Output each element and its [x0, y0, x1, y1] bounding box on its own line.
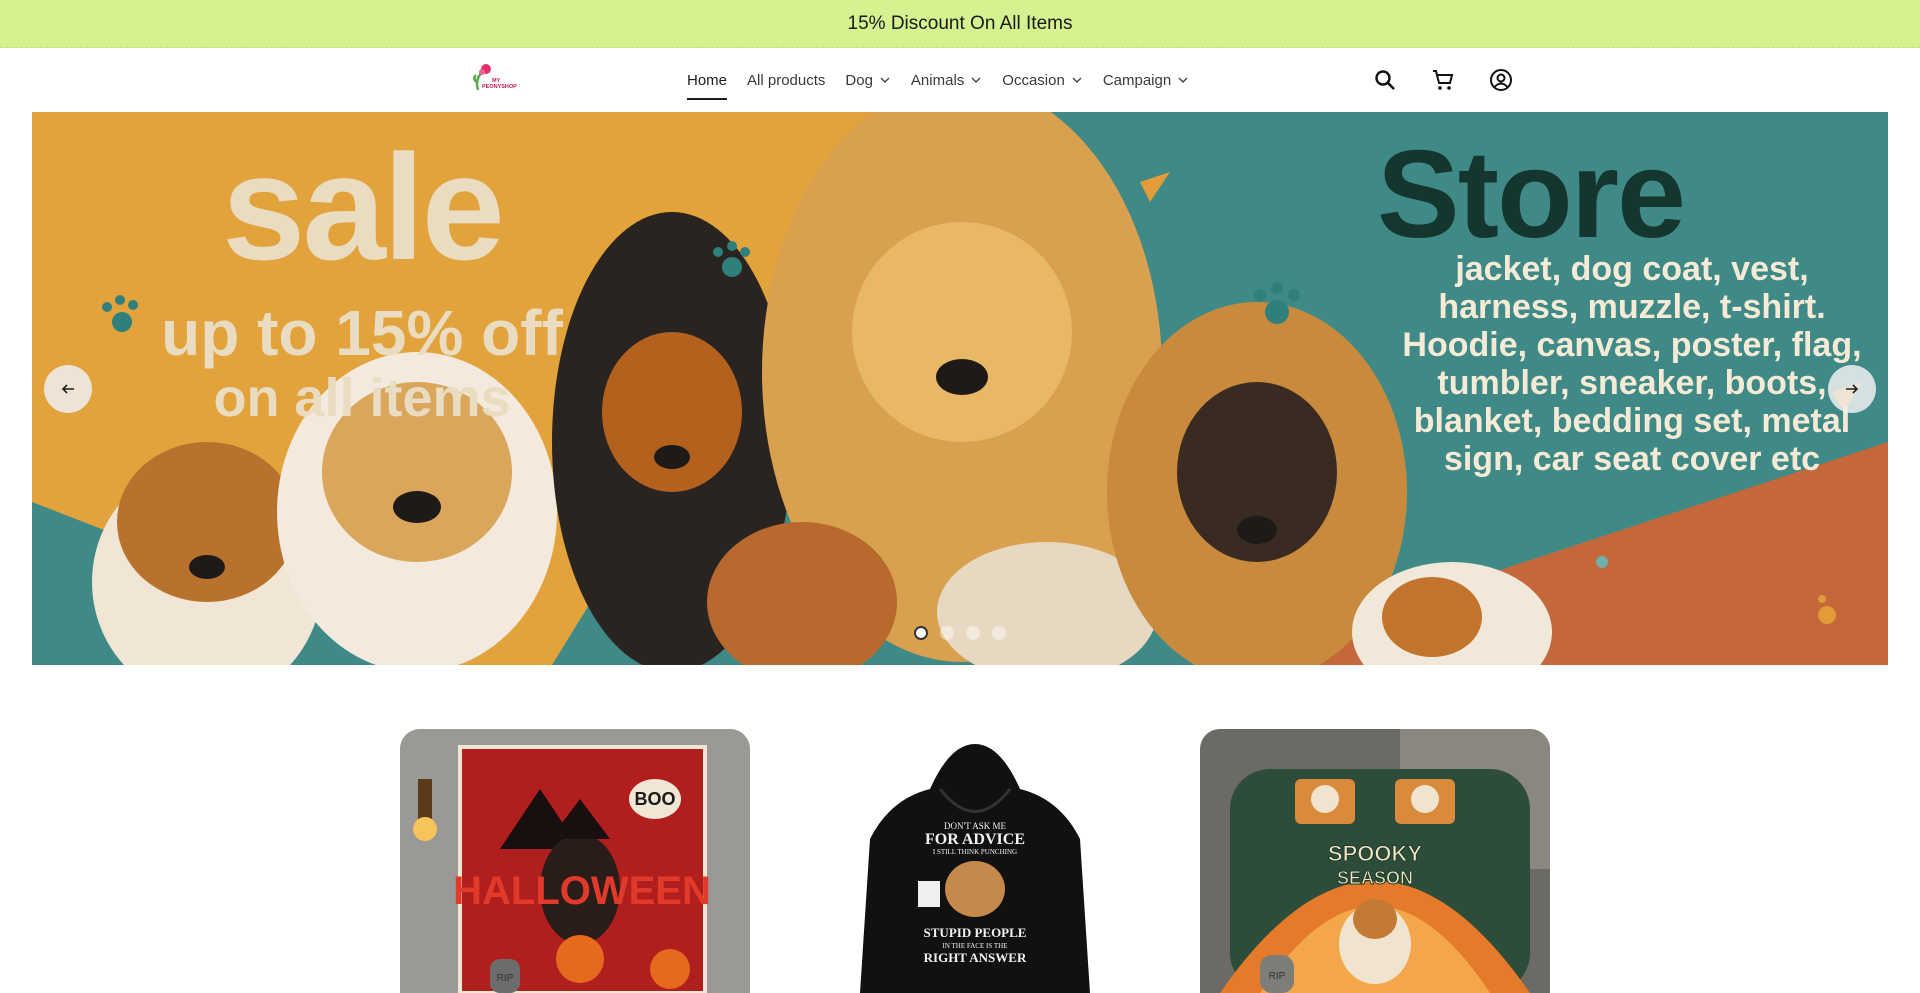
product-image: SPOOKY SEASON RIP [1200, 729, 1550, 993]
bedding-text-main: SPOOKY [1328, 841, 1422, 866]
slider-dot-3[interactable] [966, 626, 980, 640]
hero-offer-line: up to 15% off [161, 297, 563, 369]
nav-all-products-label: All products [747, 71, 826, 89]
slider-prev-button[interactable] [44, 365, 92, 413]
product-grid: BOO HALLOWEEN RIP DON'T ASK ME FOR ADVIC… [400, 729, 1550, 993]
slider-dots [914, 626, 1006, 640]
product-card-hoodie[interactable]: DON'T ASK ME FOR ADVICE I STILL THINK PU… [800, 729, 1150, 993]
nav-home[interactable]: Home [687, 48, 728, 112]
nav-dog-label: Dog [845, 71, 873, 89]
bedding-rip-text: RIP [1269, 971, 1286, 982]
slider-next-button[interactable] [1828, 365, 1876, 413]
nav-home-label: Home [687, 71, 728, 89]
hero-slider: sale up to 15% off on all items Store ja… [32, 112, 1888, 665]
main-nav: Home All products Dog Animals Occasion C… [687, 48, 1189, 112]
hoodie-text-bottom: STUPID PEOPLE [924, 925, 1027, 940]
product-image: BOO HALLOWEEN RIP [400, 729, 750, 993]
logo-icon: MY PEONYSHOP [473, 64, 517, 91]
hoodie-text-bottom3: RIGHT ANSWER [924, 950, 1027, 965]
logo-text-2: PEONYSHOP [482, 84, 517, 90]
chevron-down-icon [971, 77, 981, 83]
hero-sale-text: sale up to 15% off on all items [102, 112, 622, 428]
product-image: DON'T ASK ME FOR ADVICE I STILL THINK PU… [800, 729, 1150, 993]
announcement-bar: 15% Discount On All Items [0, 0, 1920, 48]
blanket-boo-text: BOO [634, 789, 675, 809]
header-icons [1372, 48, 1514, 112]
logo[interactable]: MY PEONYSHOP [470, 62, 520, 96]
hero-offer-line2: on all items [213, 368, 511, 428]
slider-dot-1[interactable] [914, 626, 928, 640]
chevron-down-icon [880, 77, 890, 83]
product-card-halloween-blanket[interactable]: BOO HALLOWEEN RIP [400, 729, 750, 993]
arrow-left-icon [61, 384, 74, 394]
nav-animals-label: Animals [910, 71, 965, 89]
nav-animals[interactable]: Animals [911, 48, 982, 112]
hoodie-text-mid: FOR ADVICE [925, 831, 1025, 848]
hoodie-text-bottom2: IN THE FACE IS THE [943, 942, 1008, 950]
cart-icon[interactable] [1430, 67, 1456, 93]
product-card-bedding-set[interactable]: SPOOKY SEASON RIP [1200, 729, 1550, 993]
chevron-down-icon [1178, 77, 1188, 83]
hero-store-word: Store [1377, 126, 1686, 264]
hoodie-text-small: I STILL THINK PUNCHING [933, 848, 1017, 856]
slider-dot-4[interactable] [992, 626, 1006, 640]
announcement-text: 15% Discount On All Items [847, 12, 1073, 34]
account-icon[interactable] [1488, 67, 1514, 93]
nav-campaign[interactable]: Campaign [1103, 48, 1189, 112]
hero-store-list: jacket, dog coat, vest, harness, muzzle,… [1402, 250, 1862, 478]
blanket-main-text: HALLOWEEN [453, 869, 711, 913]
nav-occasion-label: Occasion [1002, 71, 1065, 89]
site-header: MY PEONYSHOP Home All products Dog Anima… [0, 48, 1920, 112]
blanket-rip-text: RIP [497, 973, 514, 984]
search-icon[interactable] [1372, 67, 1398, 93]
nav-dog[interactable]: Dog [845, 48, 891, 112]
nav-campaign-label: Campaign [1102, 71, 1172, 89]
arrow-right-icon [1846, 384, 1859, 394]
hero-sale-word: sale [222, 123, 505, 291]
bedding-text-sub: SEASON [1337, 868, 1413, 888]
nav-all-products[interactable]: All products [747, 48, 825, 112]
hoodie-text-top: DON'T ASK ME [944, 821, 1006, 831]
chevron-down-icon [1072, 77, 1082, 83]
slider-dot-2[interactable] [940, 626, 954, 640]
nav-occasion[interactable]: Occasion [1002, 48, 1083, 112]
